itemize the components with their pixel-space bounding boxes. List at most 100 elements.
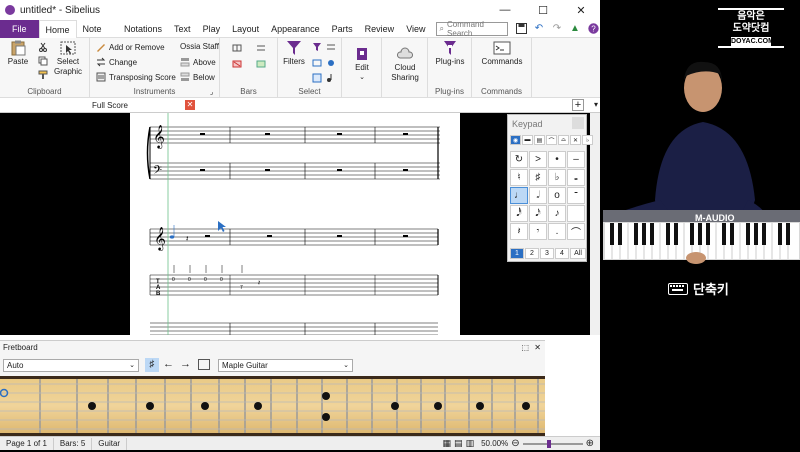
fretboard-pin-icon[interactable]: ⬚: [521, 341, 529, 355]
close-tab-icon[interactable]: ✕: [185, 100, 195, 110]
keypad-8th-note-icon[interactable]: ♪: [548, 205, 566, 222]
keypad-rest-dot-icon[interactable]: 𝄾: [529, 223, 547, 240]
keypad-quarter-note-icon[interactable]: ♩: [510, 187, 528, 204]
keypad-breve-icon[interactable]: 𝄻: [567, 187, 585, 204]
select-more-icon[interactable]: [326, 42, 336, 52]
tab-note-input[interactable]: Note Input: [77, 20, 118, 52]
keypad-jazz-icon[interactable]: ⌓: [558, 135, 569, 145]
paste-button[interactable]: Paste: [4, 40, 32, 67]
tab-list-icon[interactable]: ▾: [594, 100, 598, 109]
keypad-all-accidentals-icon[interactable]: ♭: [582, 135, 593, 145]
edit-button[interactable]: Edit ⌄: [348, 46, 376, 83]
keypad-flat-icon[interactable]: ♭: [548, 169, 566, 186]
copy-chord-icon[interactable]: [198, 359, 210, 370]
cloud-sharing-button[interactable]: Cloud Sharing: [384, 46, 426, 83]
keypad-page-3[interactable]: 3: [540, 248, 554, 259]
close-button[interactable]: ✕: [562, 0, 600, 20]
select-passage-icon[interactable]: [312, 73, 322, 83]
keypad-natural-icon[interactable]: ♮: [510, 169, 528, 186]
fretboard-mode-select[interactable]: Auto ⌄: [3, 359, 139, 372]
fretboard-sharp-toggle-icon[interactable]: ♯: [145, 358, 159, 372]
fretboard-instrument-select[interactable]: Maple Guitar ⌄: [218, 359, 353, 372]
maximize-button[interactable]: ☐: [524, 0, 562, 20]
arrow-right-icon[interactable]: →: [180, 358, 191, 370]
keypad-articulations-icon[interactable]: ⌒: [546, 135, 557, 145]
zoom-slider[interactable]: [522, 439, 583, 448]
collapse-ribbon-icon[interactable]: ▲: [568, 22, 582, 36]
keypad-rest-icon[interactable]: 𝄽: [510, 223, 528, 240]
ossia-below-button[interactable]: Below: [180, 72, 215, 82]
zoom-in-icon[interactable]: ⊕: [586, 438, 594, 449]
keypad-page-4[interactable]: 4: [555, 248, 569, 259]
join-bar-icon[interactable]: [256, 59, 266, 69]
tab-view[interactable]: View: [400, 20, 431, 38]
keypad-common-notes-icon[interactable]: ◉: [510, 135, 521, 145]
select-all-icon[interactable]: [326, 73, 336, 83]
redo-icon[interactable]: ↷: [550, 22, 564, 36]
keypad-32nd-note-icon[interactable]: 𝅘𝅥𝅰: [510, 205, 528, 222]
keypad-close-icon[interactable]: [572, 117, 584, 129]
guitar-neck[interactable]: [0, 376, 545, 436]
change-instrument-button[interactable]: Change: [96, 57, 137, 67]
fretboard-close-icon[interactable]: ✕: [534, 341, 541, 355]
plugins-button[interactable]: Plug-ins: [432, 40, 468, 67]
tab-text[interactable]: Text: [168, 20, 197, 38]
tab-play[interactable]: Play: [197, 20, 227, 38]
keypad-more-notes-icon[interactable]: ▬: [522, 135, 533, 145]
select-graphic-button[interactable]: Select Graphic: [52, 40, 84, 77]
ossia-above-button[interactable]: Above: [180, 57, 216, 67]
copy-icon[interactable]: [38, 56, 48, 66]
tab-home[interactable]: Home: [38, 19, 77, 38]
keypad-page-1[interactable]: 1: [510, 248, 524, 259]
split-bar-icon[interactable]: [256, 43, 266, 53]
keypad-sharp-icon[interactable]: ♯: [529, 169, 547, 186]
format-painter-icon[interactable]: [38, 70, 48, 80]
full-score-tab[interactable]: Full Score: [20, 98, 200, 113]
keypad-re-input-icon[interactable]: ↻: [510, 151, 528, 168]
layout-icon[interactable]: ▥: [466, 438, 475, 449]
keypad-whole-note-icon[interactable]: 𝅝: [567, 169, 585, 186]
tab-layout[interactable]: Layout: [226, 20, 265, 38]
command-search-input[interactable]: ⌕ Command Search: [435, 20, 508, 38]
keypad-16th-note-icon[interactable]: 𝅘𝅥𝅯: [529, 205, 547, 222]
keypad-accidentals-icon[interactable]: ✕: [570, 135, 581, 145]
focus-staves-icon[interactable]: ▤: [454, 438, 463, 449]
delete-bar-icon[interactable]: [232, 59, 242, 69]
tab-review[interactable]: Review: [359, 20, 401, 38]
new-tab-plus-icon[interactable]: +: [572, 99, 584, 111]
tab-appearance[interactable]: Appearance: [265, 20, 326, 38]
cut-icon[interactable]: [38, 42, 48, 52]
save-icon[interactable]: [514, 22, 528, 36]
score-page[interactable]: 𝄞 𝄢 𝄞 𝄽 T A B 0 0 0 0 7 𝄽: [130, 113, 460, 336]
filters-button[interactable]: Filters: [280, 40, 308, 67]
select-bar-icon[interactable]: [312, 58, 322, 68]
keypad-semibreve-icon[interactable]: o: [548, 187, 566, 204]
keypad-empty-key[interactable]: [567, 205, 585, 222]
keypad-accent-icon[interactable]: >: [529, 151, 547, 168]
view-mode-icon[interactable]: ▦: [443, 438, 452, 449]
keypad-page-all[interactable]: All: [570, 248, 586, 259]
zoom-out-icon[interactable]: ⊖: [511, 438, 519, 449]
arrow-left-icon[interactable]: ←: [163, 358, 174, 370]
keypad-tenuto-icon[interactable]: –: [567, 151, 585, 168]
keypad-page-2[interactable]: 2: [525, 248, 539, 259]
add-remove-instruments-button[interactable]: Add or Remove: [96, 42, 165, 52]
keypad-half-note-icon[interactable]: 𝅗𝅥: [529, 187, 547, 204]
tab-parts[interactable]: Parts: [326, 20, 359, 38]
filter-small-icon[interactable]: [312, 42, 322, 52]
select-system-icon[interactable]: [326, 58, 336, 68]
commands-button[interactable]: Commands: [478, 40, 526, 67]
tab-notations[interactable]: Notations: [118, 20, 168, 38]
tab-file[interactable]: File: [0, 19, 39, 38]
keypad-staccato-icon[interactable]: •: [548, 151, 566, 168]
add-bar-icon[interactable]: [232, 43, 242, 53]
keypad-dot-icon[interactable]: .: [548, 223, 566, 240]
score-vertical-scrollbar[interactable]: [590, 113, 600, 335]
transposing-score-button[interactable]: Transposing Score: [96, 72, 176, 82]
help-icon[interactable]: ?: [586, 22, 600, 36]
undo-icon[interactable]: ↶: [532, 22, 546, 36]
keypad-beams-icon[interactable]: ▤: [534, 135, 545, 145]
minimize-button[interactable]: —: [486, 0, 524, 20]
below-label: Below: [193, 72, 215, 82]
keypad-tie-icon[interactable]: ⌒: [567, 223, 585, 240]
